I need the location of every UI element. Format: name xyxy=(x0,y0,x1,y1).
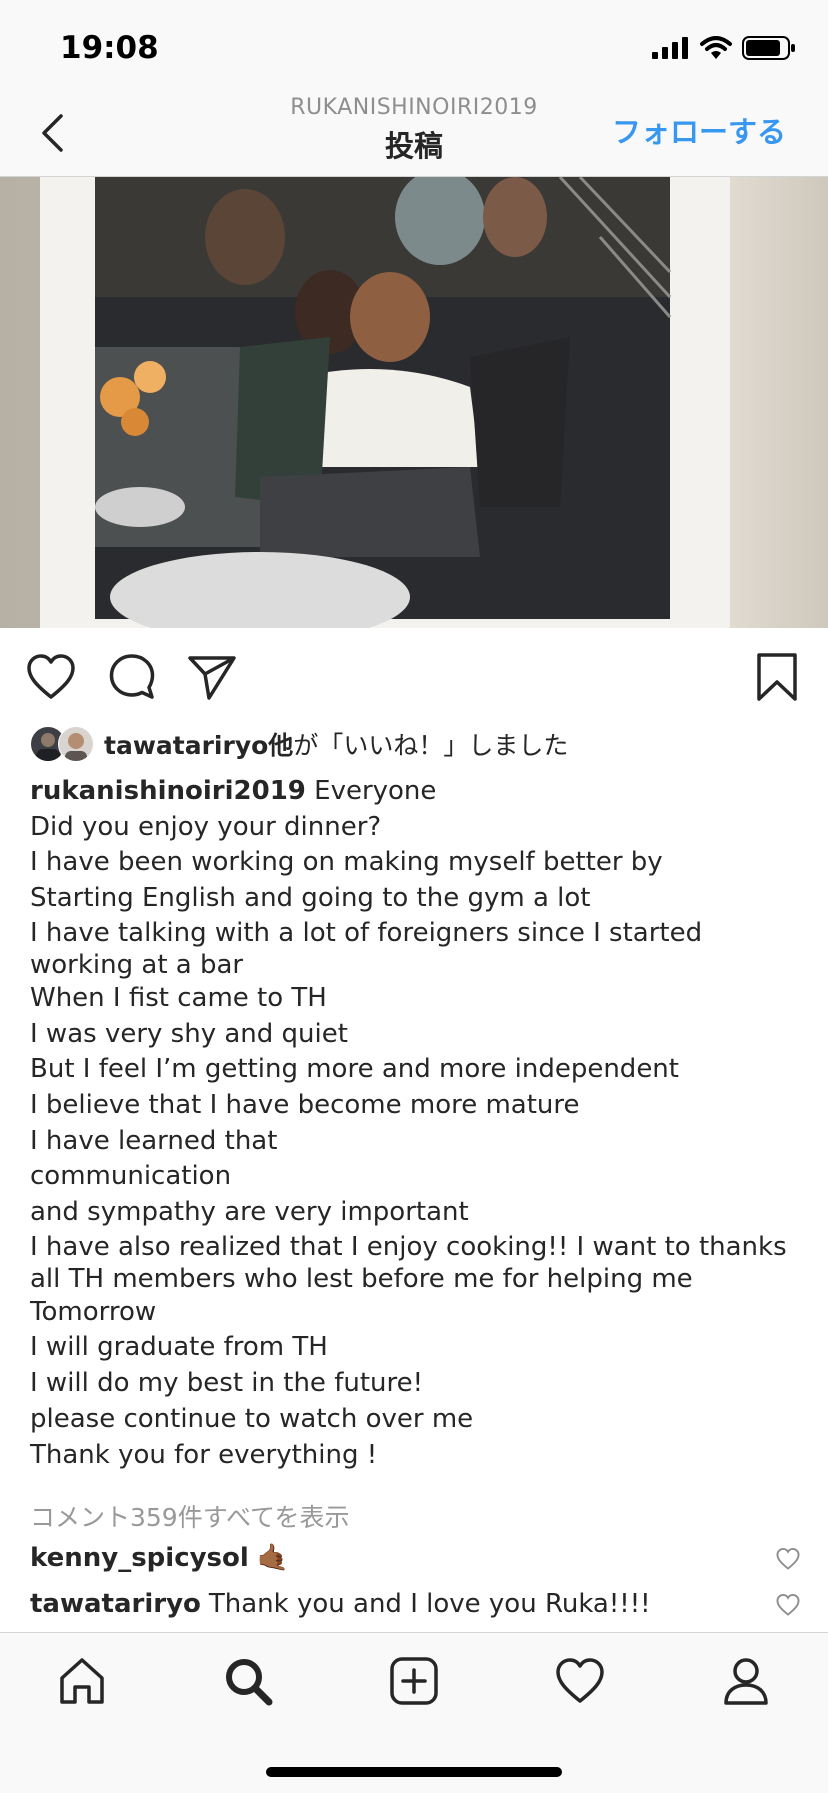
comment-username[interactable]: kenny_spicysol xyxy=(30,1543,249,1573)
comment-like-button[interactable] xyxy=(776,1593,800,1623)
home-icon xyxy=(60,1658,104,1704)
home-indicator[interactable] xyxy=(266,1767,562,1777)
caption-line: I was very shy and quiet xyxy=(30,1018,348,1049)
comment-username[interactable]: tawatariryo xyxy=(30,1589,201,1619)
comment-text: Thank you and I love you Ruka!!!! xyxy=(208,1589,651,1619)
save-button[interactable] xyxy=(750,650,804,704)
tab-add-post[interactable] xyxy=(384,1651,444,1711)
signal-icon xyxy=(652,37,688,59)
bookmark-icon xyxy=(757,653,797,701)
caption-line: I have been working on making myself bet… xyxy=(30,847,663,878)
caption-line: When I fist came to TH xyxy=(30,982,327,1013)
liker-avatars xyxy=(30,726,94,762)
add-post-icon xyxy=(390,1657,438,1705)
caption-line: I will graduate from TH xyxy=(30,1332,328,1363)
like-button[interactable] xyxy=(24,650,78,704)
wifi-icon xyxy=(700,36,732,59)
search-icon xyxy=(226,1659,273,1706)
caption-first-line: Everyone xyxy=(314,776,437,806)
caption-line: Did you enjoy your dinner? xyxy=(30,811,382,842)
heart-icon xyxy=(776,1547,800,1570)
post-action-bar xyxy=(0,640,828,712)
likes-text: tawatariryo他が「いいね！」しました xyxy=(104,726,568,762)
comment-text: 🤙🏾 xyxy=(256,1543,290,1573)
caption-line: communication xyxy=(30,1161,232,1192)
comment-button[interactable] xyxy=(105,650,159,704)
caption-line: please continue to watch over me xyxy=(30,1403,474,1434)
caption-line: I believe that I have become more mature xyxy=(30,1089,580,1120)
caption-line: I have learned that xyxy=(30,1125,278,1156)
view-all-comments-link[interactable]: コメント359件すべてを表示 xyxy=(30,1498,349,1534)
caption-line: and sympathy are very important xyxy=(30,1197,469,1228)
liker-username[interactable]: tawatariryo他 xyxy=(104,731,293,760)
caption-line: rukanishinoiri2019 Everyone xyxy=(30,774,805,810)
likes-summary[interactable]: tawatariryo他が「いいね！」しました xyxy=(30,722,568,766)
caption-line: Tomorrow xyxy=(30,1296,157,1327)
caption-line: But I feel I’m getting more and more ind… xyxy=(30,1054,679,1085)
status-icons xyxy=(652,36,796,60)
photo-image xyxy=(0,177,828,628)
profile-icon xyxy=(724,1658,768,1705)
comment-item: kenny_spicysol 🤙🏾 xyxy=(30,1543,800,1573)
battery-icon xyxy=(742,36,795,60)
paper-plane-icon xyxy=(188,656,236,700)
caption-line: Starting English and going to the gym a … xyxy=(30,883,591,914)
caption-line: I will do my best in the future! xyxy=(30,1368,424,1399)
tab-profile[interactable] xyxy=(716,1651,776,1711)
caption-line: I have talking with a lot of foreigners … xyxy=(30,917,703,980)
post-caption: rukanishinoiri2019 Everyone Did you enjo… xyxy=(30,774,805,1473)
tab-activity[interactable] xyxy=(550,1651,610,1711)
comment-like-button[interactable] xyxy=(776,1547,800,1577)
heart-icon xyxy=(776,1593,800,1616)
status-bar: 19:08 xyxy=(0,0,828,95)
likes-suffix: が「いいね！」しました xyxy=(293,731,569,760)
caption-line: I have also realized that I enjoy cookin… xyxy=(30,1231,787,1294)
caption-line: Thank you for everything ! xyxy=(30,1439,378,1470)
tab-home[interactable] xyxy=(52,1651,112,1711)
avatar xyxy=(58,726,94,762)
heart-icon xyxy=(27,654,75,699)
follow-button[interactable]: フォローする xyxy=(612,109,786,151)
status-time: 19:08 xyxy=(60,30,159,66)
tab-search[interactable] xyxy=(218,1651,278,1711)
post-photo[interactable] xyxy=(0,177,828,628)
navigation-bar: RUKANISHINOIRI2019 投稿 フォローする xyxy=(0,95,828,177)
comment-bubble-icon xyxy=(109,654,155,699)
share-button[interactable] xyxy=(185,650,239,704)
activity-heart-icon xyxy=(556,1658,604,1703)
caption-username[interactable]: rukanishinoiri2019 xyxy=(30,776,306,806)
comment-item: tawatariryo Thank you and I love you Ruk… xyxy=(30,1589,800,1619)
